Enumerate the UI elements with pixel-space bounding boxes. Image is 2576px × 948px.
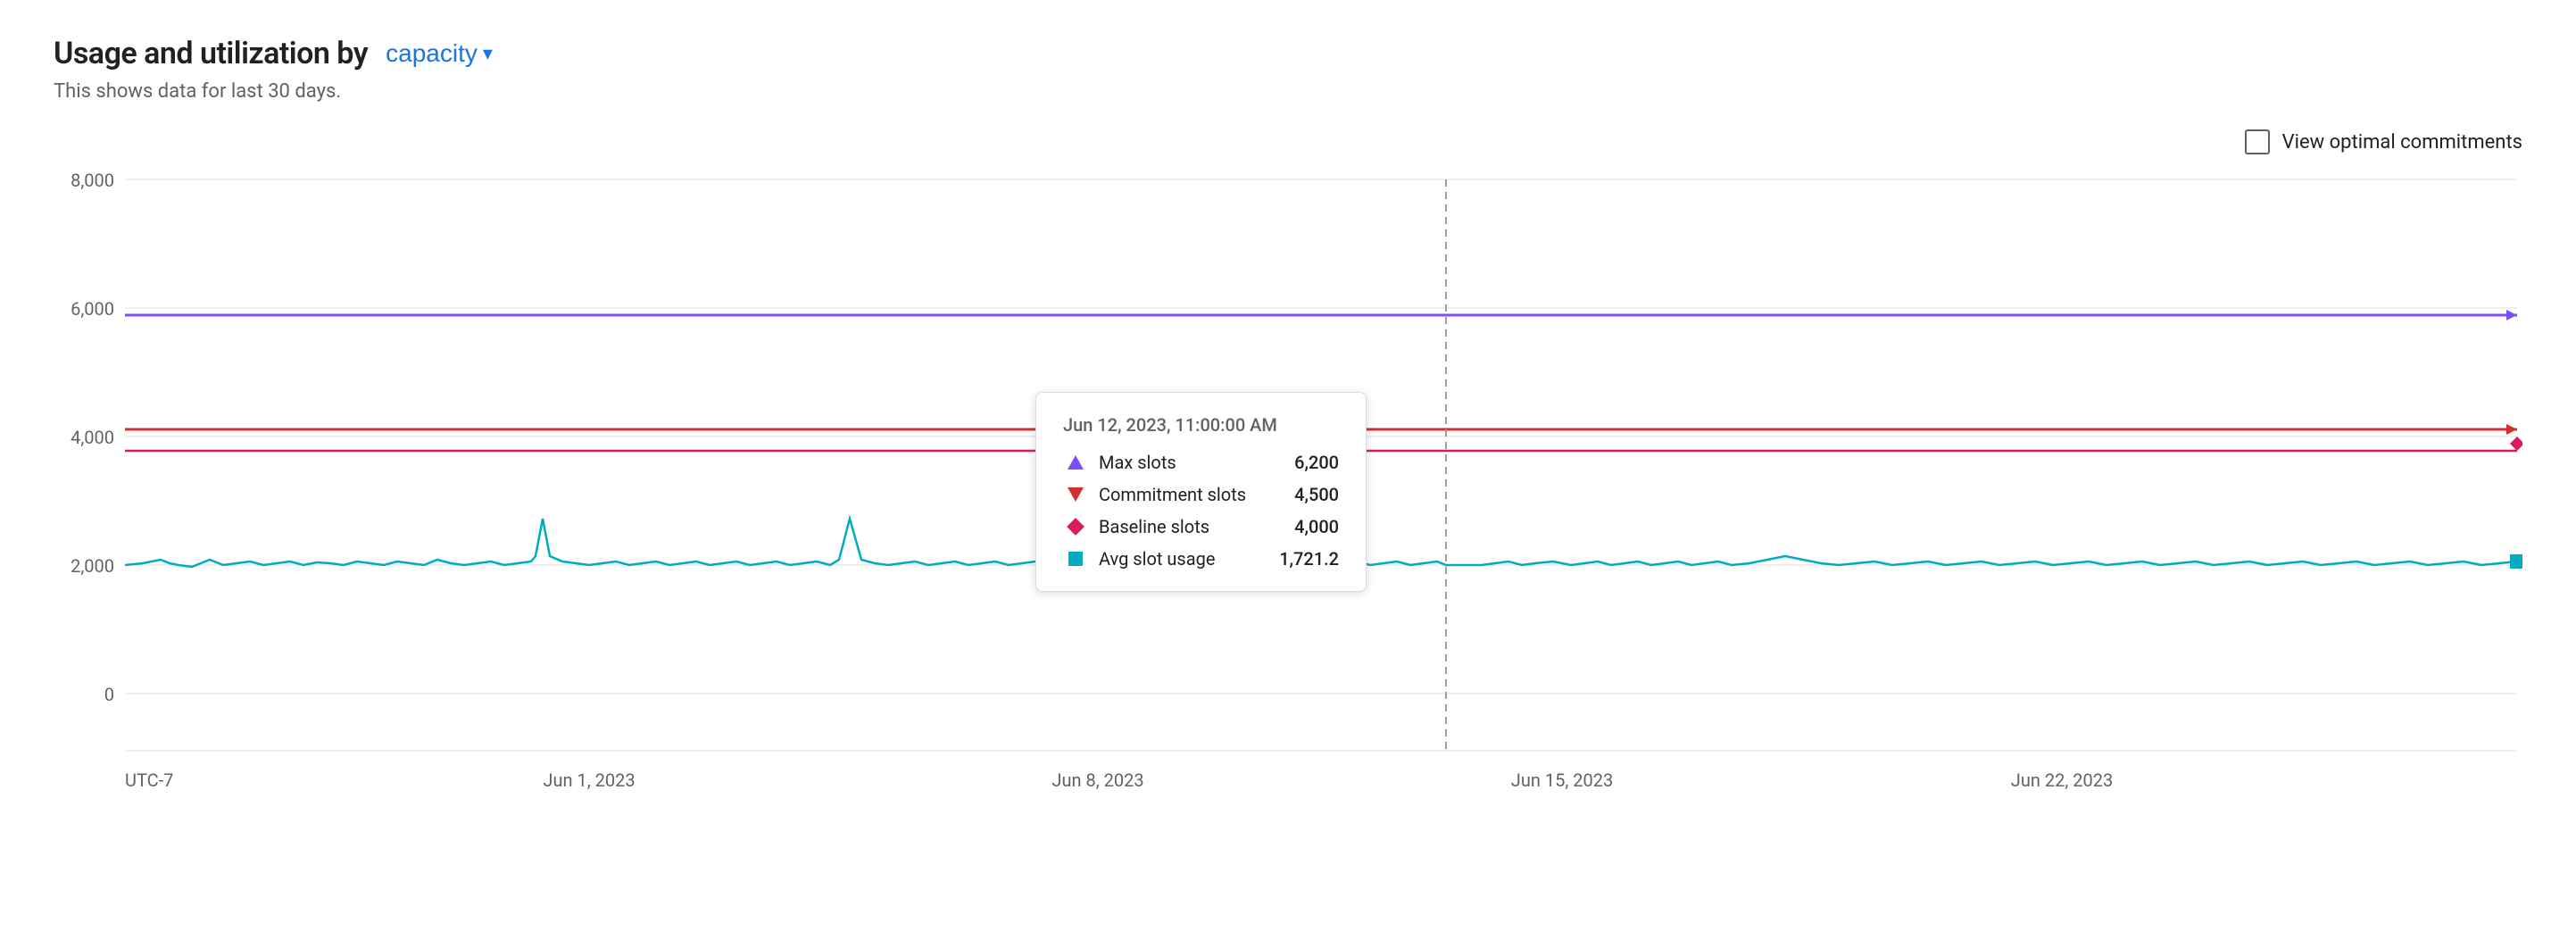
baseline-slots-icon	[1063, 519, 1088, 535]
tooltip-timestamp: Jun 12, 2023, 11:00:00 AM	[1063, 414, 1339, 436]
svg-text:0: 0	[104, 684, 114, 705]
groupby-dropdown[interactable]: capacity ▾	[378, 36, 500, 71]
svg-text:8,000: 8,000	[71, 170, 114, 191]
tooltip-left-avg: Avg slot usage	[1063, 548, 1215, 570]
svg-text:6,000: 6,000	[71, 298, 114, 320]
avg-slot-usage-label: Avg slot usage	[1099, 548, 1215, 570]
square-icon	[1068, 552, 1083, 566]
header-row: Usage and utilization by capacity ▾	[54, 36, 2522, 71]
tooltip-left-max-slots: Max slots	[1063, 452, 1176, 473]
tooltip-row-max-slots: Max slots 6,200	[1063, 452, 1339, 473]
svg-text:2,000: 2,000	[71, 555, 114, 577]
triangle-down-icon	[1068, 487, 1084, 502]
svg-text:UTC-7: UTC-7	[125, 769, 173, 791]
triangle-up-icon	[1068, 455, 1084, 470]
page: Usage and utilization by capacity ▾ This…	[0, 0, 2576, 948]
tooltip-row-commitment-slots: Commitment slots 4,500	[1063, 484, 1339, 505]
baseline-slots-label: Baseline slots	[1099, 516, 1209, 537]
commitment-slots-label: Commitment slots	[1099, 484, 1246, 505]
diamond-icon	[1067, 518, 1084, 536]
max-slots-value: 6,200	[1267, 452, 1339, 473]
chart-area: 0 2,000 4,000 6,000 8,000 UTC-7 Jun 1, 2…	[54, 170, 2522, 813]
chart-tooltip: Jun 12, 2023, 11:00:00 AM Max slots 6,20…	[1035, 392, 1367, 592]
checkbox-label-text: View optimal commitments	[2282, 131, 2522, 154]
dropdown-label: capacity	[386, 39, 478, 68]
svg-text:Jun 8, 2023: Jun 8, 2023	[1051, 769, 1143, 791]
chart-controls: View optimal commitments	[54, 129, 2522, 154]
commitment-slots-value: 4,500	[1267, 484, 1339, 505]
max-slots-icon	[1063, 454, 1088, 470]
svg-text:Jun 15, 2023: Jun 15, 2023	[1511, 769, 1613, 791]
subtitle: This shows data for last 30 days.	[54, 80, 2522, 103]
page-title: Usage and utilization by	[54, 36, 368, 71]
svg-text:Jun 22, 2023: Jun 22, 2023	[2011, 769, 2113, 791]
svg-text:4,000: 4,000	[71, 427, 114, 448]
baseline-slots-value: 4,000	[1267, 516, 1339, 537]
view-optimal-commitments-checkbox[interactable]	[2245, 129, 2270, 154]
tooltip-row-avg-slot-usage: Avg slot usage 1,721.2	[1063, 548, 1339, 570]
tooltip-row-baseline-slots: Baseline slots 4,000	[1063, 516, 1339, 537]
svg-text:Jun 1, 2023: Jun 1, 2023	[543, 769, 635, 791]
commitment-slots-icon	[1063, 486, 1088, 503]
tooltip-left-commitment: Commitment slots	[1063, 484, 1246, 505]
view-optimal-commitments-label[interactable]: View optimal commitments	[2245, 129, 2522, 154]
avg-slot-usage-icon	[1063, 551, 1088, 567]
chevron-down-icon: ▾	[483, 42, 493, 65]
tooltip-left-baseline: Baseline slots	[1063, 516, 1209, 537]
max-slots-label: Max slots	[1099, 452, 1176, 473]
avg-slot-usage-value: 1,721.2	[1267, 548, 1339, 570]
